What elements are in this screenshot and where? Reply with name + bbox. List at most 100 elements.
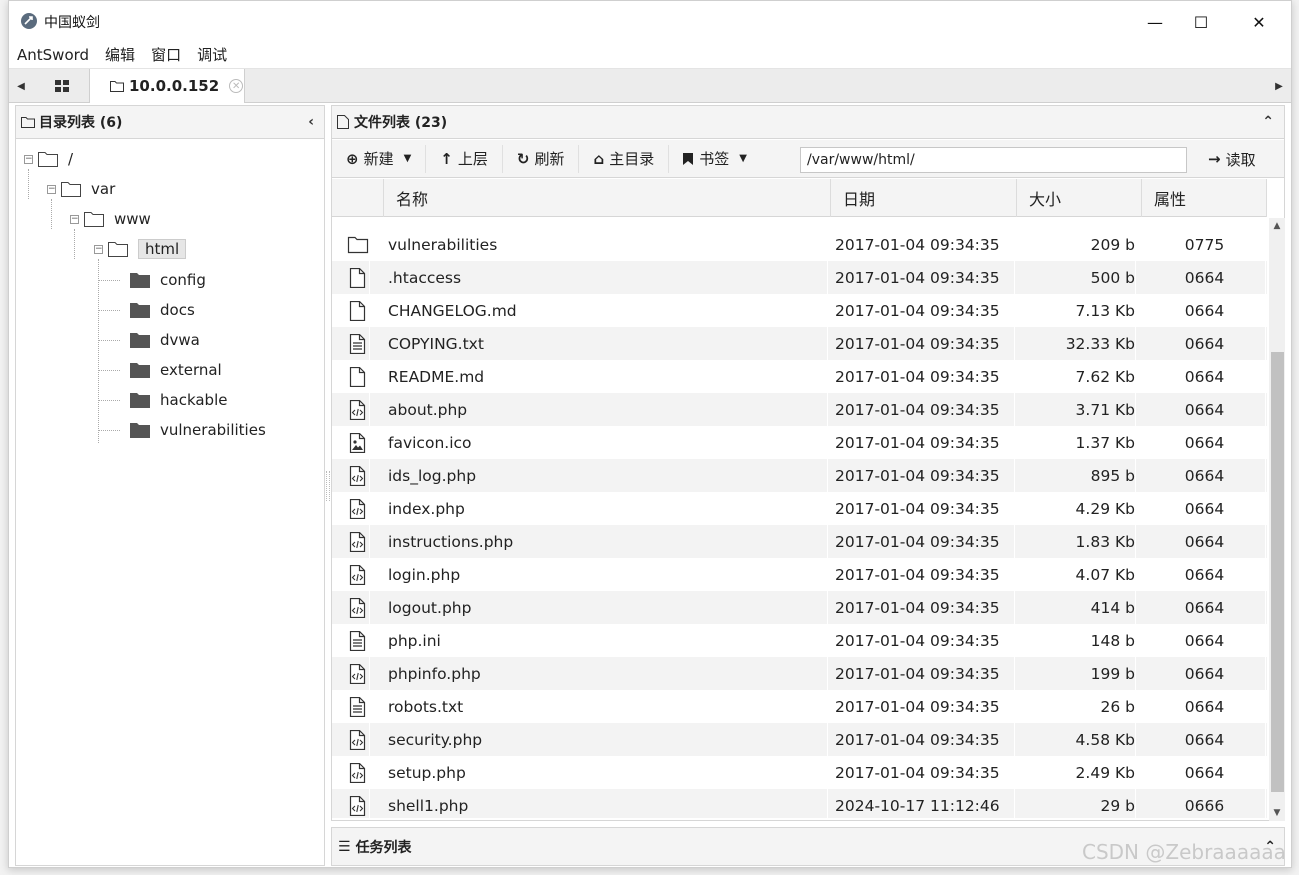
home-icon: ⌂ bbox=[593, 149, 605, 168]
file-size: 500 b bbox=[1018, 261, 1136, 294]
path-input[interactable] bbox=[800, 147, 1187, 173]
tree-node-vulnerabilities[interactable]: vulnerabilities bbox=[130, 418, 266, 442]
text-icon bbox=[346, 624, 370, 657]
file-row[interactable]: instructions.php 2017-01-04 09:34:35 1.83 … bbox=[332, 525, 1267, 558]
code-icon bbox=[346, 723, 370, 756]
file-name: robots.txt bbox=[388, 690, 828, 723]
file-icon bbox=[337, 115, 349, 129]
code-icon bbox=[346, 393, 370, 426]
file-row[interactable]: ids_log.php 2017-01-04 09:34:35 895 b 0664 bbox=[332, 459, 1267, 492]
file-name: .htaccess bbox=[388, 261, 828, 294]
scroll-up-icon[interactable]: ▲ bbox=[1269, 218, 1285, 234]
tree-node-www[interactable]: − www bbox=[70, 207, 151, 231]
scroll-down-icon[interactable]: ▼ bbox=[1269, 805, 1285, 821]
file-row[interactable]: COPYING.txt 2017-01-04 09:34:35 32.33 Kb 06… bbox=[332, 327, 1267, 360]
tree-node-html[interactable]: − html bbox=[94, 237, 187, 261]
file-attr: 0664 bbox=[1144, 459, 1266, 492]
file-row[interactable]: phpinfo.php 2017-01-04 09:34:35 199 b 0664 bbox=[332, 657, 1267, 690]
file-row[interactable]: .htaccess 2017-01-04 09:34:35 500 b 0664 bbox=[332, 261, 1267, 294]
menu-debug[interactable]: 调试 bbox=[197, 44, 227, 65]
tab-connection[interactable]: 10.0.0.152 ✕ bbox=[89, 69, 245, 103]
read-button[interactable]: → 读取 bbox=[1200, 145, 1264, 173]
bookmark-button[interactable]: 书签 ▼ bbox=[669, 145, 761, 173]
file-row[interactable]: CHANGELOG.md 2017-01-04 09:34:35 7.13 Kb 06… bbox=[332, 294, 1267, 327]
minimize-icon: — bbox=[1147, 12, 1163, 32]
collapse-toggle-icon[interactable]: − bbox=[24, 154, 33, 164]
collapse-toggle-icon[interactable]: − bbox=[94, 244, 103, 254]
file-name: php.ini bbox=[388, 624, 828, 657]
plus-circle-icon: ⊕ bbox=[346, 149, 359, 168]
tree-node-label-selected: html bbox=[138, 239, 187, 259]
file-row[interactable]: README.md 2017-01-04 09:34:35 7.62 Kb 0664 bbox=[332, 360, 1267, 393]
header-icon-column bbox=[332, 179, 384, 217]
panel-splitter[interactable] bbox=[326, 471, 330, 501]
file-attr: 0664 bbox=[1144, 261, 1266, 294]
scrollbar-thumb[interactable] bbox=[1271, 352, 1284, 792]
file-size: 4.29 Kb bbox=[1018, 492, 1136, 525]
file-name: phpinfo.php bbox=[388, 657, 828, 690]
tree-node-external[interactable]: external bbox=[130, 358, 222, 382]
folder-icon bbox=[130, 392, 150, 408]
collapse-toggle-icon[interactable]: − bbox=[47, 184, 56, 194]
tab-close-icon[interactable]: ✕ bbox=[229, 79, 244, 93]
file-name: shell1.php bbox=[388, 789, 828, 818]
menu-edit[interactable]: 编辑 bbox=[105, 44, 135, 65]
file-attr: 0664 bbox=[1144, 492, 1266, 525]
file-row[interactable]: login.php 2017-01-04 09:34:35 4.07 Kb 0664 bbox=[332, 558, 1267, 591]
file-row[interactable]: vulnerabilities 2017-01-04 09:34:35 209 b0… bbox=[332, 228, 1267, 261]
file-size: 895 b bbox=[1018, 459, 1136, 492]
file-grid-scrollbar[interactable]: ▲ ▼ bbox=[1269, 218, 1285, 821]
file-date: 2017-01-04 09:34:35 bbox=[835, 690, 1015, 723]
file-attr: 0664 bbox=[1144, 393, 1266, 426]
file-row[interactable]: setup.php 2017-01-04 09:34:35 2.49 Kb 0664 bbox=[332, 756, 1267, 789]
file-row[interactable]: shell1.php 2024-10-17 11:12:46 29 b 0666 bbox=[332, 789, 1267, 818]
file-attr: 0775 bbox=[1144, 228, 1266, 261]
file-size: 7.62 Kb bbox=[1018, 360, 1136, 393]
file-row[interactable]: security.php 2017-01-04 09:34:35 4.58 Kb 06… bbox=[332, 723, 1267, 756]
file-row[interactable]: logout.php 2017-01-04 09:34:35 414 b 0664 bbox=[332, 591, 1267, 624]
column-attr[interactable]: 属性 bbox=[1142, 179, 1267, 217]
menu-antsword[interactable]: AntSword bbox=[17, 46, 89, 64]
grid-icon bbox=[55, 80, 69, 92]
file-date: 2017-01-04 09:34:35 bbox=[835, 360, 1015, 393]
column-name[interactable]: 名称 bbox=[384, 179, 831, 217]
file-attr: 0664 bbox=[1144, 624, 1266, 657]
tree-node-label: var bbox=[91, 180, 116, 198]
tree-node-var[interactable]: − var bbox=[47, 177, 115, 201]
collapse-toggle-icon[interactable]: − bbox=[70, 214, 79, 224]
tab-scroll-left-icon[interactable]: ◀ bbox=[9, 69, 33, 103]
file-row[interactable]: robots.txt 2017-01-04 09:34:35 26 b 0664 bbox=[332, 690, 1267, 723]
file-size: 148 b bbox=[1018, 624, 1136, 657]
minimize-button[interactable]: — bbox=[1132, 7, 1178, 37]
new-button[interactable]: ⊕ 新建 ▼ bbox=[332, 144, 427, 173]
file-row[interactable]: favicon.ico 2017-01-04 09:34:35 1.37 Kb 066… bbox=[332, 426, 1267, 459]
home-button-label: 主目录 bbox=[609, 150, 655, 168]
tree-node-root[interactable]: − / bbox=[24, 147, 73, 171]
collapse-up-icon[interactable]: ⌃ bbox=[1262, 114, 1274, 130]
file-name: ids_log.php bbox=[388, 459, 828, 492]
tab-home[interactable] bbox=[37, 69, 87, 103]
up-button[interactable]: ↑ 上层 bbox=[426, 144, 503, 173]
maximize-button[interactable]: ☐ bbox=[1178, 7, 1224, 37]
close-window-button[interactable]: ✕ bbox=[1236, 7, 1282, 37]
file-name: vulnerabilities bbox=[388, 228, 828, 261]
menu-window[interactable]: 窗口 bbox=[151, 44, 181, 65]
file-row[interactable]: php.ini 2017-01-04 09:34:35 148 b 0664 bbox=[332, 624, 1267, 657]
tree-node-hackable[interactable]: hackable bbox=[130, 388, 227, 412]
refresh-button[interactable]: ↻ 刷新 bbox=[503, 144, 580, 173]
tree-node-label: dvwa bbox=[160, 331, 200, 349]
tab-scroll-right-icon[interactable]: ▶ bbox=[1267, 69, 1291, 103]
file-row[interactable]: index.php 2017-01-04 09:34:35 4.29 Kb 0664 bbox=[332, 492, 1267, 525]
folder-icon bbox=[61, 181, 81, 197]
tree-node-config[interactable]: config bbox=[130, 268, 206, 292]
column-size[interactable]: 大小 bbox=[1017, 179, 1142, 217]
collapse-left-icon[interactable]: ‹ bbox=[308, 114, 314, 130]
home-button[interactable]: ⌂ 主目录 bbox=[579, 144, 670, 173]
code-icon bbox=[346, 525, 370, 558]
tree-node-docs[interactable]: docs bbox=[130, 298, 195, 322]
file-row[interactable]: about.php 2017-01-04 09:34:35 3.71 Kb 0664 bbox=[332, 393, 1267, 426]
file-size: 1.83 Kb bbox=[1018, 525, 1136, 558]
column-date[interactable]: 日期 bbox=[831, 179, 1017, 217]
tree-node-dvwa[interactable]: dvwa bbox=[130, 328, 200, 352]
file-date: 2017-01-04 09:34:35 bbox=[835, 624, 1015, 657]
